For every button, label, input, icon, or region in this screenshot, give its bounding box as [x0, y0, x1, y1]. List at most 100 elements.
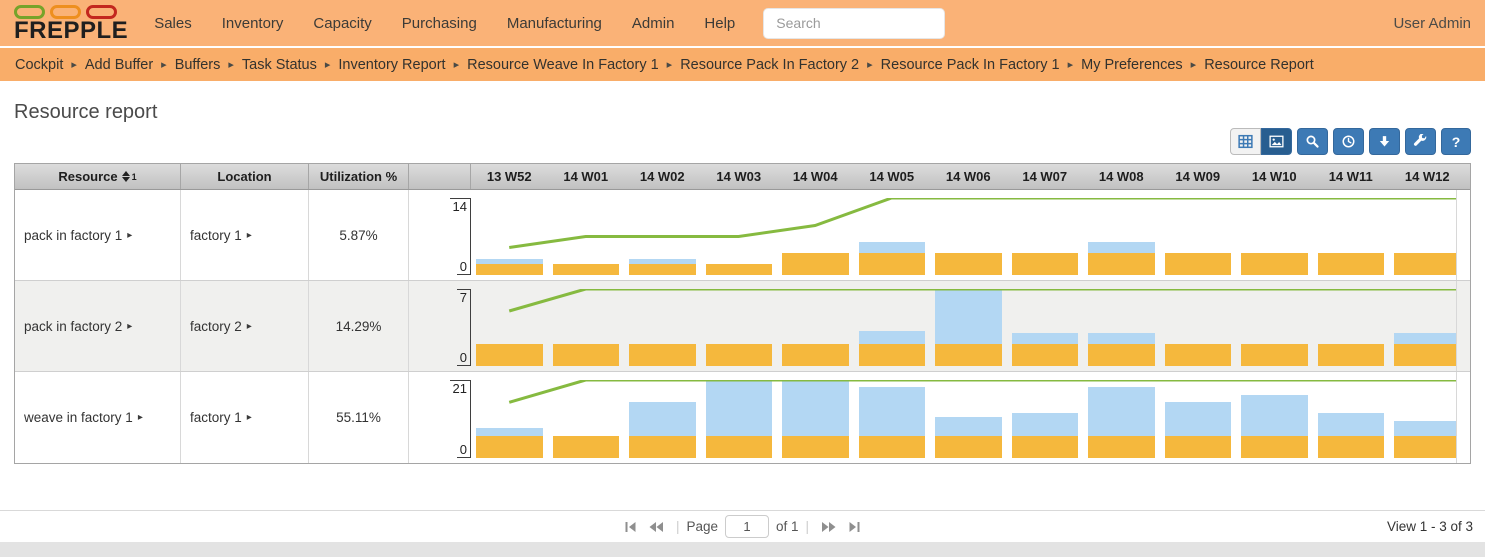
location-link[interactable]: factory 1 [190, 410, 242, 425]
page-title: Resource report [14, 101, 158, 123]
pager-divider: | [805, 519, 810, 534]
bar-load [629, 264, 696, 275]
y-axis-max-label: 14 [449, 198, 470, 214]
location-link[interactable]: factory 1 [190, 228, 242, 243]
bar-load [935, 344, 1002, 366]
graph-view-button[interactable] [1261, 128, 1292, 155]
page-bottom-strip [0, 542, 1485, 557]
menu-item-manufacturing[interactable]: Manufacturing [507, 15, 602, 32]
breadcrumb-item-resource-pack-in-factory-2[interactable]: Resource Pack In Factory 2 [680, 57, 859, 73]
breadcrumb-item-task-status[interactable]: Task Status [242, 57, 317, 73]
y-axis-min-label: 0 [456, 442, 470, 458]
column-header-location[interactable]: Location [181, 164, 309, 189]
breadcrumb-item-resource-report[interactable]: Resource Report [1204, 57, 1314, 73]
bar-load [1088, 253, 1155, 275]
context-menu-trigger-icon[interactable]: ▸ [247, 412, 252, 423]
next-page-button[interactable] [821, 520, 837, 534]
menu-item-inventory[interactable]: Inventory [222, 15, 284, 32]
bar-overload [1088, 387, 1155, 436]
menu-item-capacity[interactable]: Capacity [313, 15, 371, 32]
bar-overload [858, 242, 925, 253]
bar-load [1164, 253, 1231, 275]
clock-icon [1342, 135, 1355, 148]
bar-overload [1088, 333, 1155, 344]
chart-bucket [1313, 198, 1390, 275]
week-header: 14 W12 [1404, 169, 1450, 184]
frepple-logo[interactable]: FREPPLE [14, 4, 128, 42]
bar-load [705, 344, 772, 366]
first-page-button[interactable] [624, 520, 638, 534]
resource-cell: weave in factory 1 ▸ [15, 372, 181, 463]
last-page-button[interactable] [847, 520, 861, 534]
question-mark-icon: ? [1451, 133, 1461, 150]
breadcrumb-item-inventory-report[interactable]: Inventory Report [338, 57, 445, 73]
location-cell: factory 2 ▸ [181, 281, 309, 371]
bar-load [629, 435, 696, 458]
bar-load [552, 344, 619, 366]
bar-overload [1394, 420, 1456, 436]
bar-load [935, 253, 1002, 275]
context-menu-trigger-icon[interactable]: ▸ [127, 230, 132, 241]
chart-bucket [701, 198, 778, 275]
export-button[interactable] [1369, 128, 1400, 155]
utilization-value: 5.87% [309, 190, 409, 280]
table-icon [1238, 134, 1253, 149]
breadcrumb-item-buffers[interactable]: Buffers [175, 57, 221, 73]
column-header-resource[interactable]: Resource 1 [15, 164, 181, 189]
context-menu-trigger-icon[interactable]: ▸ [247, 321, 252, 332]
row-end-spacer [1456, 372, 1470, 463]
page-count-label: of 1 [776, 519, 799, 534]
resource-link[interactable]: weave in factory 1 [24, 410, 133, 425]
column-header-utilization[interactable]: Utilization % [309, 164, 409, 189]
bar-overload [782, 380, 849, 436]
breadcrumb-item-resource-weave-in-factory-1[interactable]: Resource Weave In Factory 1 [467, 57, 659, 73]
bar-load [1164, 344, 1231, 366]
context-menu-trigger-icon[interactable]: ▸ [247, 230, 252, 241]
chart-bucket [854, 289, 931, 366]
breadcrumb-item-my-preferences[interactable]: My Preferences [1081, 57, 1183, 73]
customize-button[interactable] [1405, 128, 1436, 155]
breadcrumb-item-cockpit[interactable]: Cockpit [15, 57, 63, 73]
bar-load [1394, 253, 1456, 275]
chart-bucket [1313, 289, 1390, 366]
breadcrumb-item-resource-pack-in-factory-1[interactable]: Resource Pack In Factory 1 [881, 57, 1060, 73]
prev-page-button[interactable] [648, 520, 664, 534]
resource-link[interactable]: pack in factory 1 [24, 228, 122, 243]
search-button[interactable] [1297, 128, 1328, 155]
chart-bucket [1236, 289, 1313, 366]
location-cell: factory 1 ▸ [181, 372, 309, 463]
sort-icon [121, 171, 130, 182]
table-header-row: Resource 1 Location Utilization % 13 W52… [15, 164, 1470, 190]
chart-bucket [1007, 380, 1084, 458]
breadcrumb-separator-icon: ▸ [71, 59, 77, 71]
menu-item-purchasing[interactable]: Purchasing [402, 15, 477, 32]
resource-cell: pack in factory 1 ▸ [15, 190, 181, 280]
chart-bucket [1160, 380, 1237, 458]
context-menu-trigger-icon[interactable]: ▸ [127, 321, 132, 332]
help-button[interactable]: ? [1441, 128, 1471, 155]
bar-load [705, 264, 772, 275]
bar-overload [1088, 242, 1155, 253]
resource-link[interactable]: pack in factory 2 [24, 319, 122, 334]
search-input[interactable] [763, 7, 946, 39]
bar-overload [858, 330, 925, 344]
context-menu-trigger-icon[interactable]: ▸ [138, 412, 143, 423]
time-buckets-button[interactable] [1333, 128, 1364, 155]
week-header: 14 W10 [1251, 169, 1297, 184]
chart-y-axis: 21 0 [409, 372, 471, 463]
menu-item-help[interactable]: Help [704, 15, 735, 32]
breadcrumb-item-add-buffer[interactable]: Add Buffer [85, 57, 153, 73]
menu-item-sales[interactable]: Sales [154, 15, 192, 32]
table-view-button[interactable] [1230, 128, 1261, 155]
toolbar: ? [14, 128, 1471, 155]
menu-item-admin[interactable]: Admin [632, 15, 675, 32]
chart-bucket [624, 198, 701, 275]
bar-overload [705, 380, 772, 436]
chart-bucket [1236, 380, 1313, 458]
page-number-input[interactable] [725, 515, 769, 538]
breadcrumb-separator-icon: ▸ [324, 59, 331, 71]
prev-page-icon [649, 521, 663, 532]
user-menu[interactable]: User Admin [1393, 15, 1471, 32]
table-body: pack in factory 1 ▸ factory 1 ▸ 5.87% 14 0 pack… [15, 190, 1470, 463]
location-link[interactable]: factory 2 [190, 319, 242, 334]
